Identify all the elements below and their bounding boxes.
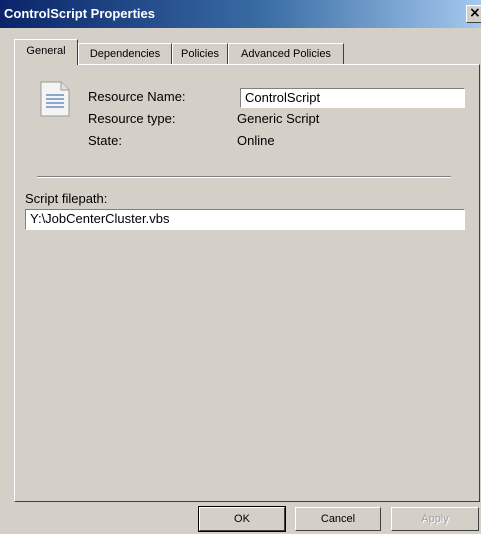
resource-type-label: Resource type: <box>88 111 176 126</box>
apply-button[interactable]: Apply <box>391 507 479 531</box>
script-filepath-value: Y:\JobCenterCluster.vbs <box>30 211 170 226</box>
tab-label: General <box>26 45 66 57</box>
cancel-label: Cancel <box>320 513 356 525</box>
close-button[interactable]: × <box>466 5 481 23</box>
resource-type-value: Generic Script <box>237 111 320 126</box>
tab-policies[interactable]: Policies <box>172 43 228 64</box>
ok-label: OK <box>234 513 250 525</box>
close-icon: × <box>469 5 481 21</box>
separator-highlight <box>37 177 451 178</box>
resource-name-label: Resource Name: <box>88 89 186 104</box>
tab-advanced-policies[interactable]: Advanced Policies <box>228 43 344 64</box>
window-title: ControlScript Properties <box>4 6 155 21</box>
state-label: State: <box>88 133 122 148</box>
tab-general[interactable]: General <box>14 39 78 65</box>
resource-name-value: ControlScript <box>245 90 321 105</box>
resource-name-input[interactable]: ControlScript <box>240 88 465 108</box>
script-filepath-input[interactable]: Y:\JobCenterCluster.vbs <box>25 209 465 230</box>
ok-button[interactable]: OK <box>198 506 286 532</box>
script-resource-icon <box>40 81 70 117</box>
script-filepath-label: Script filepath: <box>25 191 108 206</box>
general-tab-panel: Resource Name: ControlScript Resource ty… <box>14 64 480 502</box>
tab-label: Policies <box>181 48 219 60</box>
tab-label: Advanced Policies <box>241 48 331 60</box>
apply-label: Apply <box>421 513 449 525</box>
tab-label: Dependencies <box>89 48 161 60</box>
properties-dialog: ControlScript Properties × General Depen… <box>0 0 481 534</box>
title-bar[interactable]: ControlScript Properties × <box>0 0 481 28</box>
state-value: Online <box>237 133 275 148</box>
cancel-button[interactable]: Cancel <box>295 507 381 531</box>
tab-dependencies[interactable]: Dependencies <box>78 43 172 64</box>
